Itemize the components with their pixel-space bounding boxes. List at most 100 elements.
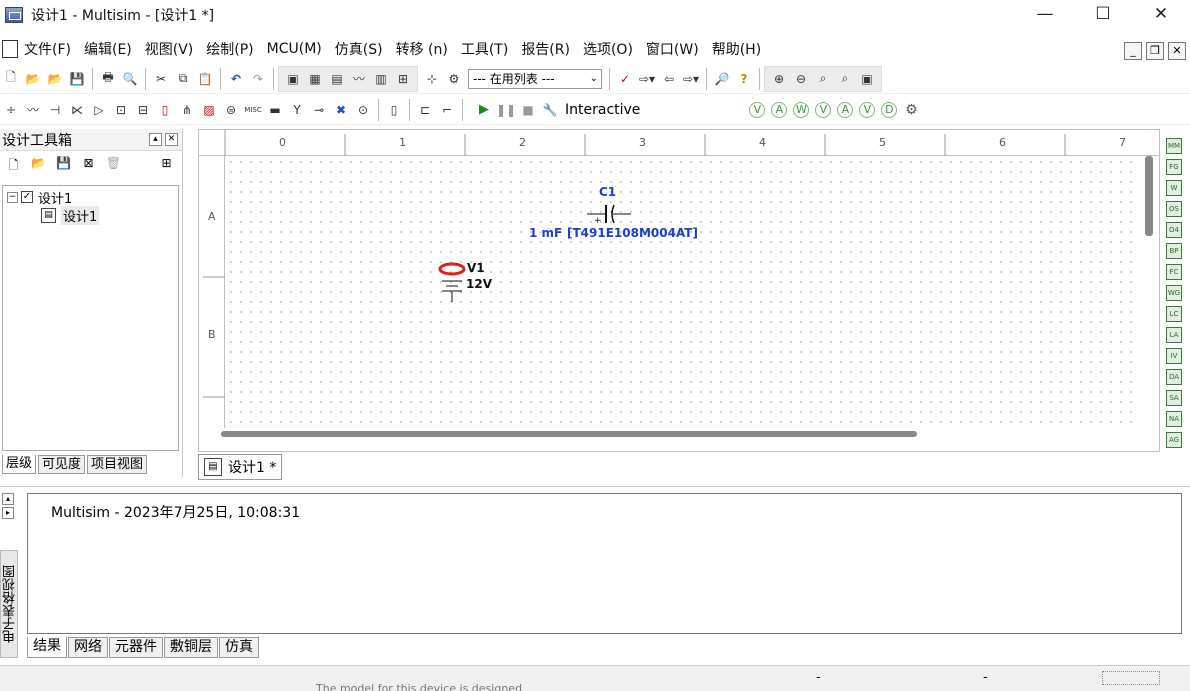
differential-probe-icon[interactable]: V xyxy=(815,101,832,118)
sheet-tab-design1[interactable]: ▤ 设计1 * xyxy=(198,454,283,480)
place-mcu-icon[interactable]: ▯ xyxy=(385,100,404,119)
place-power-icon[interactable]: ⊜ xyxy=(222,100,241,119)
place-source-icon[interactable]: ÷ xyxy=(2,100,21,119)
database-icon[interactable]: ▥ xyxy=(372,69,391,88)
agilent-instrument-icon[interactable]: AG xyxy=(1166,432,1182,448)
hierarchy-icon[interactable]: ⊞ xyxy=(394,69,413,88)
transfer-to-ultiboard-icon[interactable]: ⇨▾ xyxy=(638,69,657,88)
tab-visibility[interactable]: 可见度 xyxy=(38,455,86,474)
place-connector-icon[interactable]: ⊙ xyxy=(354,100,373,119)
back-annotate-icon[interactable]: ⇦ xyxy=(660,69,679,88)
spreadsheet-icon[interactable]: ▤ xyxy=(328,69,347,88)
sub-circuit-icon[interactable]: ⚙ xyxy=(445,69,464,88)
run-simulation-icon[interactable]: ▶ xyxy=(475,100,494,119)
menu-window[interactable]: 窗口(W) xyxy=(646,39,699,59)
open-design-icon[interactable]: 📂 xyxy=(30,156,47,173)
tab-simulation[interactable]: 仿真 xyxy=(219,637,259,658)
capacitor-part-number[interactable]: [T491E108M004AT] xyxy=(567,226,698,240)
zoom-out-icon[interactable]: ⊖ xyxy=(792,69,811,88)
place-hierarchical-block-icon[interactable]: ⊏ xyxy=(416,100,435,119)
copy-icon[interactable]: ⧉ xyxy=(174,69,193,88)
place-transistor-icon[interactable]: ⋉ xyxy=(68,100,87,119)
probe-settings-icon[interactable]: ⚙ xyxy=(903,102,919,118)
maximize-button[interactable]: ☐ xyxy=(1074,0,1132,30)
place-rf-icon[interactable]: Y xyxy=(288,100,307,119)
checkbox-icon[interactable]: ✓ xyxy=(21,191,33,203)
menu-tools[interactable]: 工具(T) xyxy=(461,39,508,59)
iv-analyzer-icon[interactable]: IV xyxy=(1166,348,1182,364)
minimize-button[interactable]: — xyxy=(1016,0,1074,30)
oscilloscope-icon[interactable]: OS xyxy=(1166,201,1182,217)
capacitor-value[interactable]: 1 mF xyxy=(529,226,562,240)
place-ttl-icon[interactable]: ⊡ xyxy=(112,100,131,119)
fullscreen-icon[interactable]: ▣ xyxy=(858,69,877,88)
digital-probe-icon[interactable]: D xyxy=(881,101,898,118)
place-bus-icon[interactable]: ⌐ xyxy=(438,100,457,119)
place-mixed-icon[interactable]: ⋔ xyxy=(178,100,197,119)
document-icon[interactable] xyxy=(2,40,18,58)
tab-copper-layers[interactable]: 敷铜层 xyxy=(164,637,218,658)
source-value[interactable]: 12V xyxy=(466,277,492,291)
zoom-sheet-icon[interactable]: ⌕ xyxy=(836,69,855,88)
network-analyzer-icon[interactable]: NA xyxy=(1166,411,1182,427)
multimeter-icon[interactable]: MM xyxy=(1166,138,1182,154)
delete-icon[interactable]: 🗑 xyxy=(105,156,122,173)
capacitor-symbol[interactable]: + xyxy=(585,202,635,226)
close-design-icon[interactable]: ⊠ xyxy=(80,156,97,173)
source-ref[interactable]: V1 xyxy=(467,261,485,275)
panel-close-button[interactable]: ▸ xyxy=(2,507,14,519)
open-sample-icon[interactable]: 📂 xyxy=(46,69,65,88)
tab-project-view[interactable]: 项目视图 xyxy=(87,455,148,474)
menu-reports[interactable]: 报告(R) xyxy=(521,39,570,59)
simulation-mode-label[interactable]: Interactive xyxy=(565,102,640,118)
voltage-probe-icon[interactable]: V xyxy=(749,101,766,118)
menu-file[interactable]: 文件(F) xyxy=(24,39,71,59)
toggle-fullscreen-icon[interactable]: ▣ xyxy=(284,69,303,88)
mdi-close-button[interactable]: ✕ xyxy=(1168,42,1186,60)
function-generator-icon[interactable]: FG xyxy=(1166,159,1182,175)
place-ni-icon[interactable]: ✖ xyxy=(332,100,351,119)
save-icon[interactable]: 💾 xyxy=(68,69,87,88)
forward-annotate-icon[interactable]: ⇨▾ xyxy=(682,69,701,88)
zoom-in-icon[interactable]: ⊕ xyxy=(770,69,789,88)
current-probe-icon[interactable]: A xyxy=(771,101,788,118)
capacitor-ref[interactable]: C1 xyxy=(599,185,616,199)
logic-converter-icon[interactable]: LC xyxy=(1166,306,1182,322)
grid-icon[interactable]: ▦ xyxy=(306,69,325,88)
place-cmos-icon[interactable]: ⊟ xyxy=(134,100,153,119)
pause-simulation-icon[interactable]: ❚❚ xyxy=(496,100,516,119)
place-diode-icon[interactable]: ⊣ xyxy=(46,100,65,119)
mdi-restore-button[interactable]: ❐ xyxy=(1146,42,1164,60)
new-file-icon[interactable]: 🗋 xyxy=(2,69,21,88)
help-icon[interactable]: ? xyxy=(735,69,754,88)
tree-child[interactable]: ▤ 设计1 xyxy=(7,205,174,225)
horizontal-scrollbar[interactable] xyxy=(221,431,917,437)
distortion-analyzer-icon[interactable]: DA xyxy=(1166,369,1182,385)
save-design-icon[interactable]: 💾 xyxy=(55,156,72,173)
undo-icon[interactable]: ↶ xyxy=(227,69,246,88)
component-wizard-icon[interactable]: ⊹ xyxy=(423,69,442,88)
tab-results[interactable]: 结果 xyxy=(27,637,67,658)
erc-icon[interactable]: ✓ xyxy=(616,69,635,88)
spreadsheet-view-label[interactable]: 电子表格视图 xyxy=(0,550,18,658)
toolbox-close-button[interactable]: ✕ xyxy=(165,133,178,146)
tree-root[interactable]: − ✓ 设计1 xyxy=(7,188,174,207)
tab-hierarchy[interactable]: 层级 xyxy=(2,455,37,474)
panel-pin-button[interactable]: ▴ xyxy=(2,493,14,505)
menu-view[interactable]: 视图(V) xyxy=(145,39,194,59)
place-basic-icon[interactable]: 〰 xyxy=(24,100,43,119)
place-misc-icon[interactable]: MISC xyxy=(244,100,263,119)
collapse-icon[interactable]: − xyxy=(7,191,18,203)
menu-place[interactable]: 绘制(P) xyxy=(206,39,253,59)
paste-icon[interactable]: 📋 xyxy=(196,69,215,88)
word-generator-icon[interactable]: WG xyxy=(1166,285,1182,301)
open-folder-icon[interactable]: 📂 xyxy=(24,69,43,88)
print-preview-icon[interactable]: 🔍 xyxy=(121,69,140,88)
menu-edit[interactable]: 编辑(E) xyxy=(84,39,132,59)
place-misc-digital-icon[interactable]: ▯ xyxy=(156,100,175,119)
tab-components[interactable]: 元器件 xyxy=(109,637,163,658)
bode-plotter-icon[interactable]: BP xyxy=(1166,243,1182,259)
reference-probe-icon[interactable]: V xyxy=(859,101,876,118)
place-electromechanical-icon[interactable]: ⊸ xyxy=(310,100,329,119)
spectrum-analyzer-icon[interactable]: SA xyxy=(1166,390,1182,406)
